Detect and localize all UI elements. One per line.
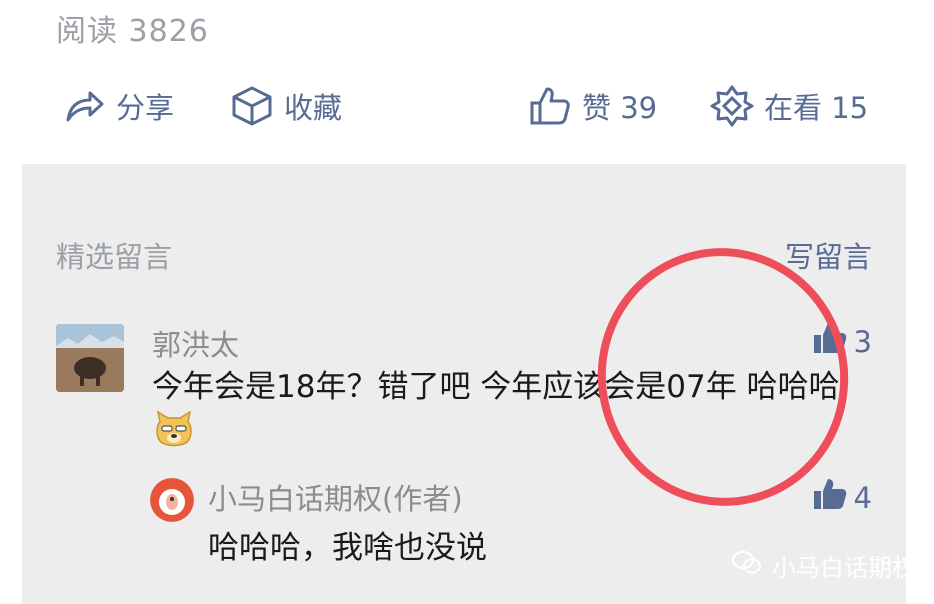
comment-body: 今年会是18年？错了吧 今年应该会是07年 哈哈哈 (152, 369, 840, 405)
thumbs-up-icon (812, 320, 848, 363)
thumbs-up-icon (528, 84, 572, 128)
comment-author: 郭洪太 (152, 328, 240, 362)
thumbs-up-icon (812, 476, 848, 519)
watermark-text: 小马白话期权 (772, 554, 916, 582)
comment-text: 今年会是18年？错了吧 今年应该会是07年 哈哈哈 (152, 364, 872, 463)
read-count: 阅读 3826 (56, 14, 209, 49)
favorite-button[interactable]: 收藏 (230, 84, 342, 128)
avatar[interactable] (56, 324, 124, 392)
watermark: 小马白话期权 (732, 548, 916, 583)
share-label: 分享 (116, 91, 175, 125)
share-button[interactable]: 分享 (62, 84, 174, 128)
like-article-button[interactable]: 赞 39 (528, 84, 657, 128)
write-comment-link[interactable]: 写留言 (785, 234, 872, 276)
box-icon (230, 84, 274, 128)
reply-like-button[interactable]: 4 (812, 476, 872, 519)
comment-like-button[interactable]: 3 (812, 320, 872, 363)
section-title: 精选留言 (56, 240, 173, 274)
comment-like-count: 3 (853, 324, 872, 359)
looking-icon (710, 84, 754, 128)
doge-emoji-icon (152, 410, 196, 463)
looking-count-label: 在看 15 (764, 91, 869, 125)
comment-section: 精选留言 写留言 郭洪太 3 今年会是18年？错了吧 今年应该会是07年 哈哈哈 (22, 164, 906, 604)
favorite-label: 收藏 (284, 91, 343, 125)
reply-like-count: 4 (853, 480, 872, 515)
reply-text: 哈哈哈，我啥也没说 (208, 530, 487, 566)
article-footer: 阅读 3826 分享 收藏 赞 39 在看 15 (22, 0, 906, 164)
reply-author: 小马白话期权(作者) (208, 482, 463, 516)
looking-button[interactable]: 在看 15 (710, 84, 868, 128)
author-avatar[interactable] (150, 478, 194, 522)
wechat-icon (732, 550, 762, 582)
like-count-label: 赞 39 (582, 91, 658, 125)
share-icon (62, 84, 106, 128)
